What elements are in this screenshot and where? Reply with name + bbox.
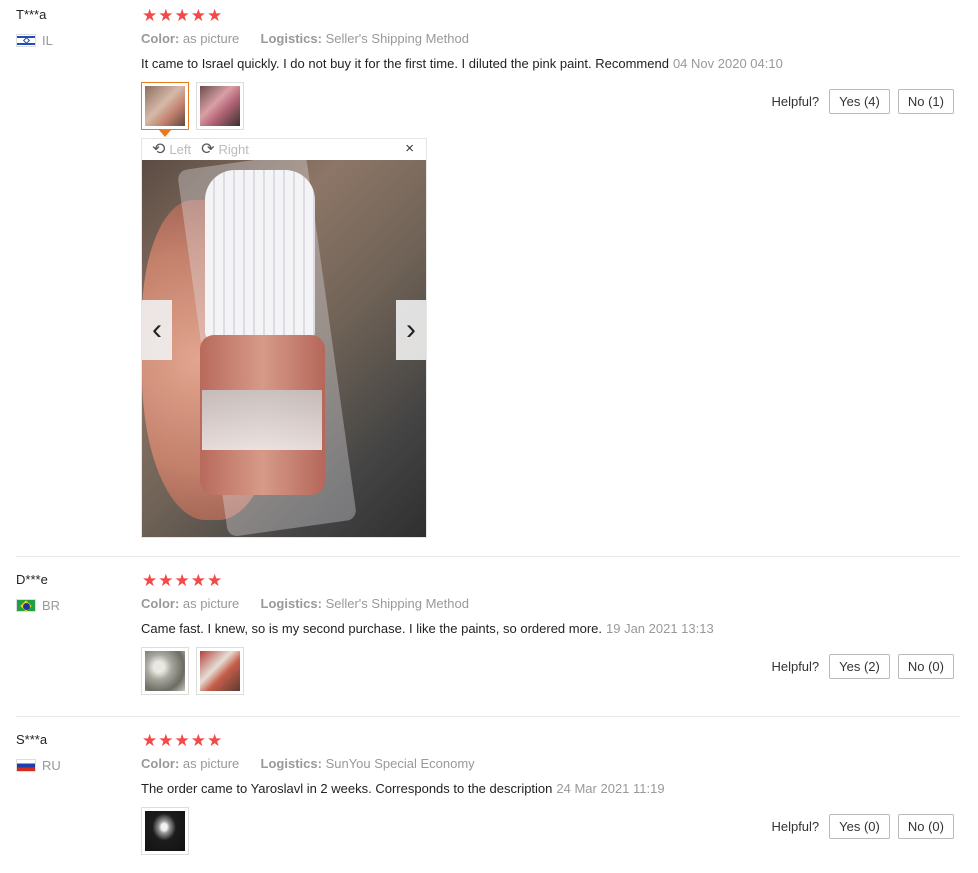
review-text: The order came to Yaroslavl in 2 weeks. … [141,781,665,796]
review-photos [141,647,244,695]
helpful-label: Helpful? [771,94,820,109]
reviewer-name: T***a [16,7,47,22]
helpful-no-button[interactable]: No (0) [897,654,954,679]
review-photo-thumb[interactable] [141,82,189,137]
helpful-label: Helpful? [771,819,820,834]
review-body: It came to Israel quickly. I do not buy … [141,56,669,71]
helpful-label: Helpful? [771,659,820,674]
chevron-left-icon: ‹ [152,313,162,346]
rotate-right-button[interactable]: ⟳ Right [201,139,249,159]
helpful-no-button[interactable]: No (0) [897,814,954,839]
logistics-value: SunYou Special Economy [325,756,475,771]
review-photos [141,82,244,137]
review-date: 24 Mar 2021 11:19 [556,781,665,796]
country-code: IL [42,33,53,48]
country-code: RU [42,758,61,773]
reviewer-country: RU [16,758,61,773]
country-code: BR [42,598,61,613]
star-rating: ★★★★★ [142,571,224,590]
viewer-toolbar: ⟲ Left ⟳ Right × [142,139,426,159]
review-divider [16,716,960,717]
russia-flag-icon [16,759,36,772]
review-text: It came to Israel quickly. I do not buy … [141,56,783,71]
brazil-flag-icon [16,599,36,612]
helpful-yes-button[interactable]: Yes (0) [829,814,890,839]
reviewer-name: S***a [16,732,48,747]
logistics-value: Seller's Shipping Method [325,596,469,611]
rotate-right-label: Right [218,141,249,157]
rotate-left-button[interactable]: ⟲ Left [152,139,191,159]
helpful-yes-button[interactable]: Yes (4) [829,89,890,114]
review-photo-thumb[interactable] [196,82,244,130]
review-photo-thumb[interactable] [141,647,189,695]
previous-photo-button[interactable]: ‹ [142,300,172,360]
review-photos [141,807,189,855]
review-divider [16,556,960,557]
reviewer-country: BR [16,598,60,613]
color-label: Color: [141,756,180,771]
reviewer-name: D***e [16,572,48,587]
review-meta: Color: as picture Logistics: Seller's Sh… [141,596,469,611]
star-rating: ★★★★★ [142,6,224,25]
logistics-value: Seller's Shipping Method [325,31,469,46]
review-meta: Color: as picture Logistics: Seller's Sh… [141,31,469,46]
rotate-right-icon: ⟳ [201,141,215,158]
review-photo-thumb[interactable] [196,647,244,695]
review-photo-thumb[interactable] [141,807,189,855]
helpful-yes-button[interactable]: Yes (2) [829,654,890,679]
review-meta: Color: as picture Logistics: SunYou Spec… [141,756,475,771]
rotate-left-label: Left [169,141,192,157]
star-rating: ★★★★★ [142,731,224,750]
photo-viewer: ⟲ Left ⟳ Right × ‹ › [141,138,427,538]
review-date: 19 Jan 2021 13:13 [606,621,714,636]
viewer-photo: ‹ › [142,160,426,537]
helpful-controls: Helpful? Yes (0) No (0) [771,814,954,839]
review-body: The order came to Yaroslavl in 2 weeks. … [141,781,553,796]
color-label: Color: [141,596,180,611]
israel-flag-icon [16,34,36,47]
helpful-no-button[interactable]: No (1) [897,89,954,114]
chevron-right-icon: › [406,313,416,346]
logistics-label: Logistics: [260,31,322,46]
color-label: Color: [141,31,180,46]
review-date: 04 Nov 2020 04:10 [672,56,783,71]
review-body: Came fast. I knew, so is my second purch… [141,621,602,636]
review-text: Came fast. I knew, so is my second purch… [141,621,714,636]
reviewer-country: IL [16,33,53,48]
next-photo-button[interactable]: › [396,300,426,360]
logistics-label: Logistics: [260,596,322,611]
logistics-label: Logistics: [260,756,322,771]
color-value: as picture [182,31,240,46]
helpful-controls: Helpful? Yes (2) No (0) [771,654,954,679]
color-value: as picture [182,756,240,771]
rotate-left-icon: ⟲ [152,141,166,158]
close-icon[interactable]: × [405,140,414,157]
helpful-controls: Helpful? Yes (4) No (1) [771,89,954,114]
color-value: as picture [182,596,240,611]
